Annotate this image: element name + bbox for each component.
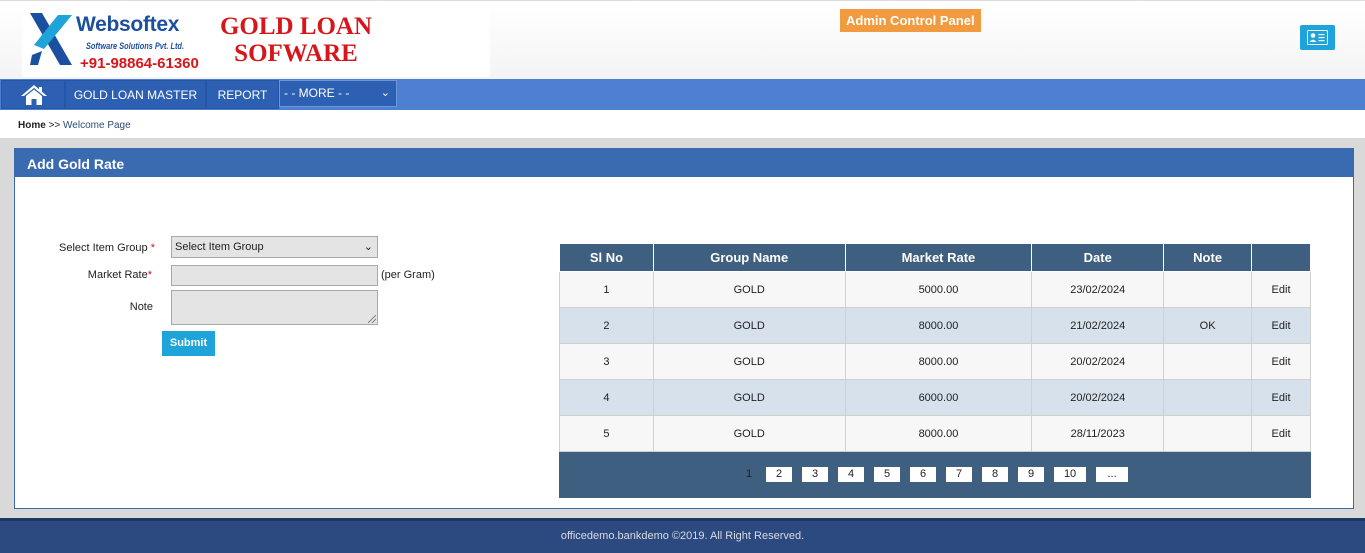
header: Websoftex Software Solutions Pvt. Ltd. +… [0,0,1365,79]
cell-sl-no: 2 [559,307,654,344]
table-row: 2 GOLD 8000.00 21/02/2024 OK Edit [559,307,1311,344]
cell-note [1163,343,1253,380]
nav-home-button[interactable] [1,80,65,109]
page-link[interactable]: 9 [1018,467,1045,482]
page-link[interactable]: 7 [946,467,973,482]
breadcrumb-home[interactable]: Home [18,120,46,131]
brand-subtitle: Software Solutions Pvt. Ltd. [86,41,185,51]
cell-note [1163,415,1253,452]
resize-grip-icon[interactable] [368,315,376,323]
cell-date: 20/02/2024 [1031,379,1165,416]
chevron-down-icon: ⌄ [363,241,373,253]
page-link[interactable]: 8 [982,467,1009,482]
edit-link[interactable]: Edit [1251,343,1311,380]
brand-phone: +91-98864-61360 [80,55,199,72]
panel-title: Add Gold Rate [15,149,1353,177]
nav-report[interactable]: REPORT [206,80,279,109]
edit-link[interactable]: Edit [1251,415,1311,452]
page-current: 1 [745,468,753,480]
cell-date: 20/02/2024 [1031,343,1165,380]
column-header-market-rate: Market Rate [844,243,1033,272]
column-header-date: Date [1031,243,1165,272]
page-link[interactable]: 10 [1054,467,1087,482]
column-header-group-name: Group Name [652,243,846,272]
table-row: 5 GOLD 8000.00 28/11/2023 Edit [559,415,1311,452]
market-rate-label: Market Rate* [87,269,152,281]
cell-group-name: GOLD [652,307,846,344]
nav-more-label: - - MORE - - [284,86,350,100]
note-textarea[interactable] [171,290,378,325]
edit-link[interactable]: Edit [1251,307,1311,344]
page-link[interactable]: 5 [874,467,901,482]
table-row: 3 GOLD 8000.00 20/02/2024 Edit [559,343,1311,380]
page-ellipsis-link[interactable]: ... [1096,467,1129,482]
chevron-down-icon: ⌄ [380,87,390,99]
cell-note [1163,271,1253,308]
page-link[interactable]: 3 [802,467,829,482]
admin-control-panel-badge: Admin Control Panel [840,9,981,32]
table-header-row: Sl No Group Name Market Rate Date Note [559,243,1311,272]
column-header-sl-no: Sl No [559,243,654,272]
home-icon [21,85,47,105]
submit-button[interactable]: Submit [162,331,215,356]
item-group-select[interactable]: Select Item Group ⌄ [171,236,378,258]
nav-gold-loan-master[interactable]: GOLD LOAN MASTER [65,80,206,109]
page-link[interactable]: 4 [838,467,865,482]
required-mark: * [150,242,155,254]
cell-group-name: GOLD [652,343,846,380]
market-rate-input[interactable] [171,265,378,286]
cell-group-name: GOLD [652,379,846,416]
cell-date: 23/02/2024 [1031,271,1165,308]
user-card-icon [1307,30,1328,45]
cell-note [1163,379,1253,416]
cell-group-name: GOLD [652,415,846,452]
note-label: Note [129,301,153,313]
cell-date: 21/02/2024 [1031,307,1165,344]
brand-name: Websoftex [76,13,180,36]
page-link[interactable]: 6 [910,467,937,482]
column-header-action [1251,243,1311,272]
cell-market-rate: 5000.00 [844,271,1033,308]
item-group-selected: Select Item Group [175,241,264,253]
table-row: 4 GOLD 6000.00 20/02/2024 Edit [559,379,1311,416]
cell-sl-no: 3 [559,343,654,380]
page-link[interactable]: 2 [766,467,793,482]
cell-market-rate: 8000.00 [844,307,1033,344]
cell-note: OK [1163,307,1253,344]
logo[interactable]: Websoftex Software Solutions Pvt. Ltd. +… [22,9,490,77]
cell-sl-no: 4 [559,379,654,416]
gold-rate-table: Sl No Group Name Market Rate Date Note 1… [559,243,1311,498]
breadcrumb: Home >> Welcome Page [0,110,1365,138]
market-rate-unit: (per Gram) [381,269,435,281]
websoftex-logo-icon [30,13,72,65]
footer: officedemo.bankdemo ©2019. All Right Res… [0,518,1365,553]
pager-cell: 1 2 3 4 5 6 7 8 9 10 ... [559,451,1311,498]
edit-link[interactable]: Edit [1251,379,1311,416]
column-header-note: Note [1163,243,1253,272]
cell-group-name: GOLD [652,271,846,308]
cell-market-rate: 6000.00 [844,379,1033,416]
cell-market-rate: 8000.00 [844,343,1033,380]
add-gold-rate-panel: Add Gold Rate Select Item Group * Select… [14,148,1354,509]
item-group-label: Select Item Group * [59,242,155,254]
nav-more-select[interactable]: - - MORE - - ⌄ [279,80,397,107]
cell-sl-no: 1 [559,271,654,308]
table-row: 1 GOLD 5000.00 23/02/2024 Edit [559,271,1311,308]
pager-row: 1 2 3 4 5 6 7 8 9 10 ... [559,451,1311,498]
required-mark: * [147,269,152,281]
cell-sl-no: 5 [559,415,654,452]
breadcrumb-separator: >> [48,120,61,131]
cell-date: 28/11/2023 [1031,415,1165,452]
edit-link[interactable]: Edit [1251,271,1311,308]
pagination: 1 2 3 4 5 6 7 8 9 10 ... [560,467,1310,482]
main-nav: GOLD LOAN MASTER REPORT - - MORE - - ⌄ [0,79,1365,110]
product-title-line2: SOFWARE [234,40,358,67]
profile-button[interactable] [1300,25,1335,50]
product-title: GOLD LOAN SOFWARE [204,13,388,67]
cell-market-rate: 8000.00 [844,415,1033,452]
product-title-line1: GOLD LOAN [219,13,373,40]
breadcrumb-current: Welcome Page [63,120,131,131]
